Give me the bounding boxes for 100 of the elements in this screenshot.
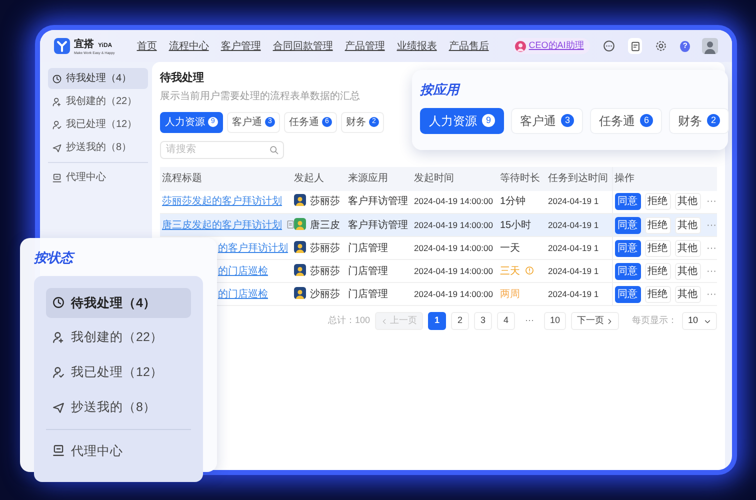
action-button[interactable]: 其他 [674, 262, 700, 280]
callout-title: 按状态 [34, 249, 76, 267]
ai-assistant-link[interactable]: CEO的AI助理 [512, 38, 590, 54]
sidebar-item[interactable]: 我创建的（22） [48, 91, 148, 112]
table-cell: 门店管理 [346, 282, 412, 306]
user-avatar[interactable] [702, 38, 718, 54]
person-name: 莎丽莎 [310, 242, 340, 254]
user-add-icon [52, 96, 62, 106]
chevron-right-icon [606, 318, 613, 324]
per-page-label: 每页显示： [632, 314, 677, 328]
table-cell: 门店管理 [346, 260, 412, 282]
column-header: 操作 [612, 166, 717, 190]
page-ellipsis: ··· [524, 314, 535, 328]
more-button[interactable]: ··· [704, 264, 718, 278]
chevron-down-icon [704, 318, 711, 324]
table-cell: 2024-04-19 14:00:00 [412, 282, 498, 306]
column-header: 流程标题 [160, 166, 292, 190]
wait-time: 两周 [500, 288, 520, 300]
total-count: 总计：100 [328, 314, 370, 328]
page-button[interactable]: 1 [428, 312, 446, 330]
app-tab[interactable]: 人力资源 9 [420, 108, 504, 134]
chevron-left-icon [380, 318, 388, 324]
action-button[interactable]: 拒绝 [644, 193, 670, 210]
nav-link[interactable]: 业绩报表 [396, 38, 437, 54]
table-cell: 2024-04-19 14:00:00 [412, 236, 498, 260]
table-cell: 门店管理 [346, 236, 412, 260]
app-tab[interactable]: 客户通 3 [511, 108, 583, 134]
search-field[interactable]: 请搜索 [160, 140, 284, 158]
column-header: 来源应用 [346, 166, 412, 190]
nav-link[interactable]: 首页 [136, 38, 157, 54]
sidebar-item[interactable]: 代理中心 [48, 167, 148, 188]
app-tab[interactable]: 任务通 6 [590, 108, 662, 134]
table-cell: 2024-04-19 1 [546, 236, 612, 260]
action-button[interactable]: 其他 [674, 286, 700, 302]
action-button[interactable]: 其他 [674, 216, 700, 234]
sidebar-item[interactable]: 我已处理（12） [48, 114, 148, 135]
page-title: 待我处理 [160, 70, 205, 86]
action-button[interactable]: 拒绝 [644, 216, 670, 234]
table-cell: 2024-04-19 14:00:00 [412, 214, 498, 236]
wait-time: 1分钟 [500, 196, 526, 208]
table-cell: 2024-04-19 1 [546, 260, 612, 282]
process-title-link[interactable]: 莎丽莎发起的客户拜访计划 [162, 196, 282, 208]
status-menu-item[interactable]: 我已处理（12） [46, 357, 191, 388]
action-button[interactable]: 其他 [674, 240, 700, 256]
page-button[interactable]: 4 [496, 312, 515, 330]
status-menu-item[interactable]: 我创建的（22） [46, 322, 191, 353]
table-cell: 2024-04-19 1 [546, 214, 612, 236]
note-icon[interactable] [630, 40, 641, 52]
status-menu-item[interactable]: 待我处理（4） [46, 288, 191, 318]
more-button[interactable]: ··· [704, 240, 718, 256]
action-button[interactable]: 同意 [614, 193, 640, 210]
page-button[interactable]: 10 [544, 312, 566, 330]
app-tab[interactable]: 财务 2 [669, 108, 729, 134]
column-header: 等待时长 [498, 166, 546, 190]
action-button[interactable]: 拒绝 [644, 286, 670, 302]
column-header: 发起时间 [412, 166, 498, 190]
page-button[interactable]: 3 [474, 312, 492, 330]
wait-time: 三天 [500, 266, 520, 276]
nav-link[interactable]: 产品管理 [344, 38, 385, 54]
status-menu-item[interactable]: 抄送我的（8） [46, 392, 191, 422]
status-menu-item[interactable]: 代理中心 [46, 436, 191, 466]
action-button[interactable]: 同意 [614, 216, 640, 234]
page-description: 展示当前用户需要处理的流程表单数据的汇总 [160, 90, 360, 104]
nav-link[interactable]: 客户管理 [220, 38, 261, 54]
page-button[interactable]: 2 [450, 312, 469, 330]
process-title-link[interactable]: 的门店巡检 [218, 266, 268, 276]
person-name: 沙丽莎 [310, 288, 340, 300]
action-button[interactable]: 同意 [614, 262, 640, 280]
settings-icon[interactable] [655, 40, 668, 52]
table-cell: 客户拜访管理 [346, 214, 412, 236]
user-add-icon [52, 331, 65, 344]
action-button[interactable]: 其他 [674, 193, 700, 210]
person-name: 莎丽莎 [310, 196, 340, 208]
action-button[interactable]: 拒绝 [644, 262, 670, 280]
more-button[interactable]: ··· [704, 286, 718, 302]
action-button[interactable]: 拒绝 [644, 240, 670, 256]
sidebar-item[interactable]: 抄送我的（8） [48, 137, 148, 158]
action-button[interactable]: 同意 [614, 240, 640, 256]
clock-icon [52, 74, 62, 84]
page-size-select[interactable]: 10 [682, 312, 717, 330]
user-check-icon [52, 120, 62, 130]
nav-link[interactable]: 流程中心 [168, 38, 209, 54]
logo-icon [54, 38, 70, 54]
nav-link[interactable]: 产品售后 [448, 38, 489, 54]
next-page-button[interactable]: 下一页 [570, 312, 619, 330]
process-title-link[interactable]: 的门店巡检 [218, 288, 268, 300]
document-icon [286, 220, 295, 228]
person-name: 唐三皮 [310, 220, 340, 230]
logo-text: 宜搭 [74, 37, 94, 52]
action-button[interactable]: 同意 [614, 286, 640, 302]
sidebar-item[interactable]: 待我处理（4） [48, 68, 148, 89]
user-check-icon [52, 366, 65, 379]
person-name: 莎丽莎 [310, 266, 340, 276]
table-cell: 2024-04-19 1 [546, 282, 612, 306]
process-title-link[interactable]: 的客户拜访计划 [218, 242, 288, 254]
search-icon [269, 144, 279, 154]
more-button[interactable]: ··· [704, 194, 718, 210]
chat-icon[interactable] [602, 40, 615, 52]
column-header: 任务到达时间 [546, 166, 612, 190]
nav-link[interactable]: 合同回款管理 [272, 38, 333, 54]
